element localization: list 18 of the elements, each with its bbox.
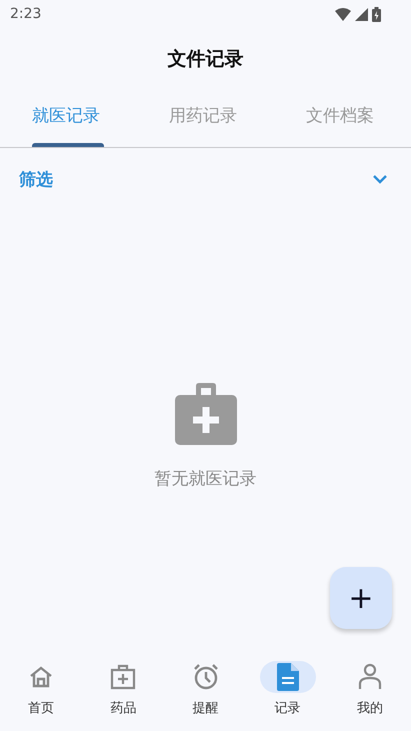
nav-item[interactable]: 记录: [246, 649, 329, 731]
wifi-icon: [335, 8, 351, 20]
page-title: 文件记录: [166, 47, 244, 72]
nav-item[interactable]: 我的: [328, 649, 411, 731]
add-button[interactable]: +: [330, 567, 392, 629]
alarm-clock-icon: [192, 663, 220, 691]
medkit-icon: [109, 663, 138, 691]
document-icon: [276, 663, 299, 691]
home-icon: [28, 664, 54, 690]
signal-icon: [355, 8, 368, 20]
nav-item[interactable]: 提醒: [164, 649, 247, 731]
battery-icon: [372, 6, 381, 22]
status-time: 2:23: [10, 6, 42, 22]
empty-message: 暂无就医记录: [154, 468, 256, 490]
person-icon: [356, 663, 383, 691]
nav-item[interactable]: 药品: [82, 649, 164, 731]
medkit-icon: [174, 383, 236, 445]
nav-item[interactable]: 首页: [0, 649, 82, 731]
